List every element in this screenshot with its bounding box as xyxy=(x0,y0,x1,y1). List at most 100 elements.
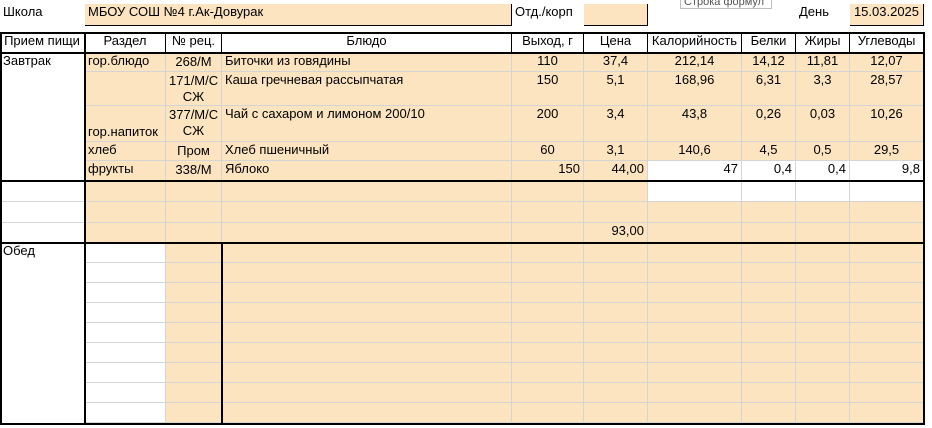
empty-row-3-fat[interactable] xyxy=(796,223,850,243)
lunch-row-9-dish[interactable] xyxy=(222,403,512,423)
lunch-row-4-kcal[interactable] xyxy=(648,303,742,323)
lunch-row-1-section[interactable] xyxy=(85,243,166,263)
empty-row-1-carbs[interactable] xyxy=(850,181,924,202)
empty-row-2-section[interactable] xyxy=(85,202,166,223)
breakfast-row-3-section[interactable]: гор.напиток xyxy=(85,106,166,142)
lunch-row-3-protein[interactable] xyxy=(742,283,796,303)
breakfast-row-2-protein[interactable]: 6,31 xyxy=(742,72,796,106)
lunch-row-5-price[interactable] xyxy=(584,323,648,343)
lunch-row-7-yield[interactable] xyxy=(512,363,584,383)
breakfast-row-4-kcal[interactable]: 140,6 xyxy=(648,142,742,161)
breakfast-row-5-kcal[interactable]: 47 xyxy=(648,161,742,181)
lunch-row-2-price[interactable] xyxy=(584,263,648,283)
breakfast-row-2-recipe[interactable]: 171/М/С СЖ xyxy=(166,72,222,106)
empty-row-2-carbs[interactable] xyxy=(850,202,924,223)
empty-row-1-price[interactable] xyxy=(584,181,648,202)
breakfast-row-1-kcal[interactable]: 212,14 xyxy=(648,53,742,72)
lunch-row-5-yield[interactable] xyxy=(512,323,584,343)
lunch-row-6-yield[interactable] xyxy=(512,343,584,363)
lunch-row-1-protein[interactable] xyxy=(742,243,796,263)
lunch-row-5-section[interactable] xyxy=(85,323,166,343)
lunch-row-9-section[interactable] xyxy=(85,403,166,423)
lunch-row-7-recipe[interactable] xyxy=(166,363,222,383)
lunch-row-5-dish[interactable] xyxy=(222,323,512,343)
empty-row-1-yield[interactable] xyxy=(512,181,584,202)
empty-row-3-kcal[interactable] xyxy=(648,223,742,243)
lunch-row-4-dish[interactable] xyxy=(222,303,512,323)
lunch-row-1-price[interactable] xyxy=(584,243,648,263)
lunch-row-3-fat[interactable] xyxy=(796,283,850,303)
breakfast-row-1-yield[interactable]: 110 xyxy=(512,53,584,72)
lunch-row-4-fat[interactable] xyxy=(796,303,850,323)
lunch-row-2-protein[interactable] xyxy=(742,263,796,283)
lunch-row-6-fat[interactable] xyxy=(796,343,850,363)
lunch-row-6-section[interactable] xyxy=(85,343,166,363)
breakfast-row-1-section[interactable]: гор.блюдо xyxy=(85,53,166,72)
meal-cell-lunch[interactable]: Обед xyxy=(0,243,85,424)
empty-row-1-meal[interactable] xyxy=(0,181,85,202)
lunch-row-2-yield[interactable] xyxy=(512,263,584,283)
school-name-cell[interactable]: МБОУ СОШ №4 г.Ак-Довурак xyxy=(85,4,512,26)
lunch-row-2-section[interactable] xyxy=(85,263,166,283)
empty-row-2-price[interactable] xyxy=(584,202,648,223)
empty-row-2-fat[interactable] xyxy=(796,202,850,223)
breakfast-row-4-fat[interactable]: 0,5 xyxy=(796,142,850,161)
lunch-row-9-carbs[interactable] xyxy=(850,403,924,423)
lunch-row-8-fat[interactable] xyxy=(796,383,850,403)
lunch-row-5-recipe[interactable] xyxy=(166,323,222,343)
breakfast-row-5-fat[interactable]: 0,4 xyxy=(796,161,850,181)
breakfast-row-5-section[interactable]: фрукты xyxy=(85,161,166,181)
lunch-row-4-recipe[interactable] xyxy=(166,303,222,323)
empty-row-3-protein[interactable] xyxy=(742,223,796,243)
lunch-row-6-carbs[interactable] xyxy=(850,343,924,363)
day-label[interactable]: День xyxy=(796,4,850,26)
breakfast-row-3-recipe[interactable]: 377/М/С СЖ xyxy=(166,106,222,142)
lunch-row-5-carbs[interactable] xyxy=(850,323,924,343)
lunch-row-3-price[interactable] xyxy=(584,283,648,303)
lunch-row-3-kcal[interactable] xyxy=(648,283,742,303)
breakfast-row-2-yield[interactable]: 150 xyxy=(512,72,584,106)
breakfast-row-4-protein[interactable]: 4,5 xyxy=(742,142,796,161)
lunch-row-1-dish[interactable] xyxy=(222,243,512,263)
lunch-row-6-recipe[interactable] xyxy=(166,343,222,363)
meal-cell-breakfast[interactable]: Завтрак xyxy=(0,53,85,181)
lunch-row-4-price[interactable] xyxy=(584,303,648,323)
breakfast-row-5-yield[interactable]: 150 xyxy=(512,161,584,181)
lunch-row-1-kcal[interactable] xyxy=(648,243,742,263)
lunch-row-6-kcal[interactable] xyxy=(648,343,742,363)
lunch-row-2-fat[interactable] xyxy=(796,263,850,283)
breakfast-row-1-dish[interactable]: Биточки из говядины xyxy=(222,53,512,72)
empty-row-3-dish[interactable] xyxy=(222,223,512,243)
breakfast-row-1-price[interactable]: 37,4 xyxy=(584,53,648,72)
breakfast-row-2-fat[interactable]: 3,3 xyxy=(796,72,850,106)
lunch-row-2-kcal[interactable] xyxy=(648,263,742,283)
day-date-cell[interactable]: 15.03.2025 xyxy=(850,4,924,26)
breakfast-row-5-price[interactable]: 44,00 xyxy=(584,161,648,181)
lunch-row-8-carbs[interactable] xyxy=(850,383,924,403)
breakfast-row-4-dish[interactable]: Хлеб пшеничный xyxy=(222,142,512,161)
lunch-row-5-kcal[interactable] xyxy=(648,323,742,343)
empty-row-3-carbs[interactable] xyxy=(850,223,924,243)
lunch-row-7-fat[interactable] xyxy=(796,363,850,383)
empty-row-2-recipe[interactable] xyxy=(166,202,222,223)
lunch-row-2-dish[interactable] xyxy=(222,263,512,283)
empty-row-2-dish[interactable] xyxy=(222,202,512,223)
lunch-row-5-fat[interactable] xyxy=(796,323,850,343)
empty-row-2-yield[interactable] xyxy=(512,202,584,223)
department-label[interactable]: Отд./корп xyxy=(512,4,584,26)
breakfast-row-4-yield[interactable]: 60 xyxy=(512,142,584,161)
empty-row-3-meal[interactable] xyxy=(0,223,85,243)
lunch-row-3-yield[interactable] xyxy=(512,283,584,303)
breakfast-row-3-carbs[interactable]: 10,26 xyxy=(850,106,924,142)
breakfast-row-5-dish[interactable]: Яблоко xyxy=(222,161,512,181)
breakfast-row-1-protein[interactable]: 14,12 xyxy=(742,53,796,72)
breakfast-row-4-recipe[interactable]: Пром xyxy=(166,142,222,161)
breakfast-row-2-section[interactable] xyxy=(85,72,166,106)
empty-row-3-section[interactable] xyxy=(85,223,166,243)
breakfast-row-5-recipe[interactable]: 338/М xyxy=(166,161,222,181)
lunch-row-7-protein[interactable] xyxy=(742,363,796,383)
school-label[interactable]: Школа xyxy=(0,4,85,26)
lunch-row-3-section[interactable] xyxy=(85,283,166,303)
breakfast-row-5-protein[interactable]: 0,4 xyxy=(742,161,796,181)
breakfast-row-5-carbs[interactable]: 9,8 xyxy=(850,161,924,181)
